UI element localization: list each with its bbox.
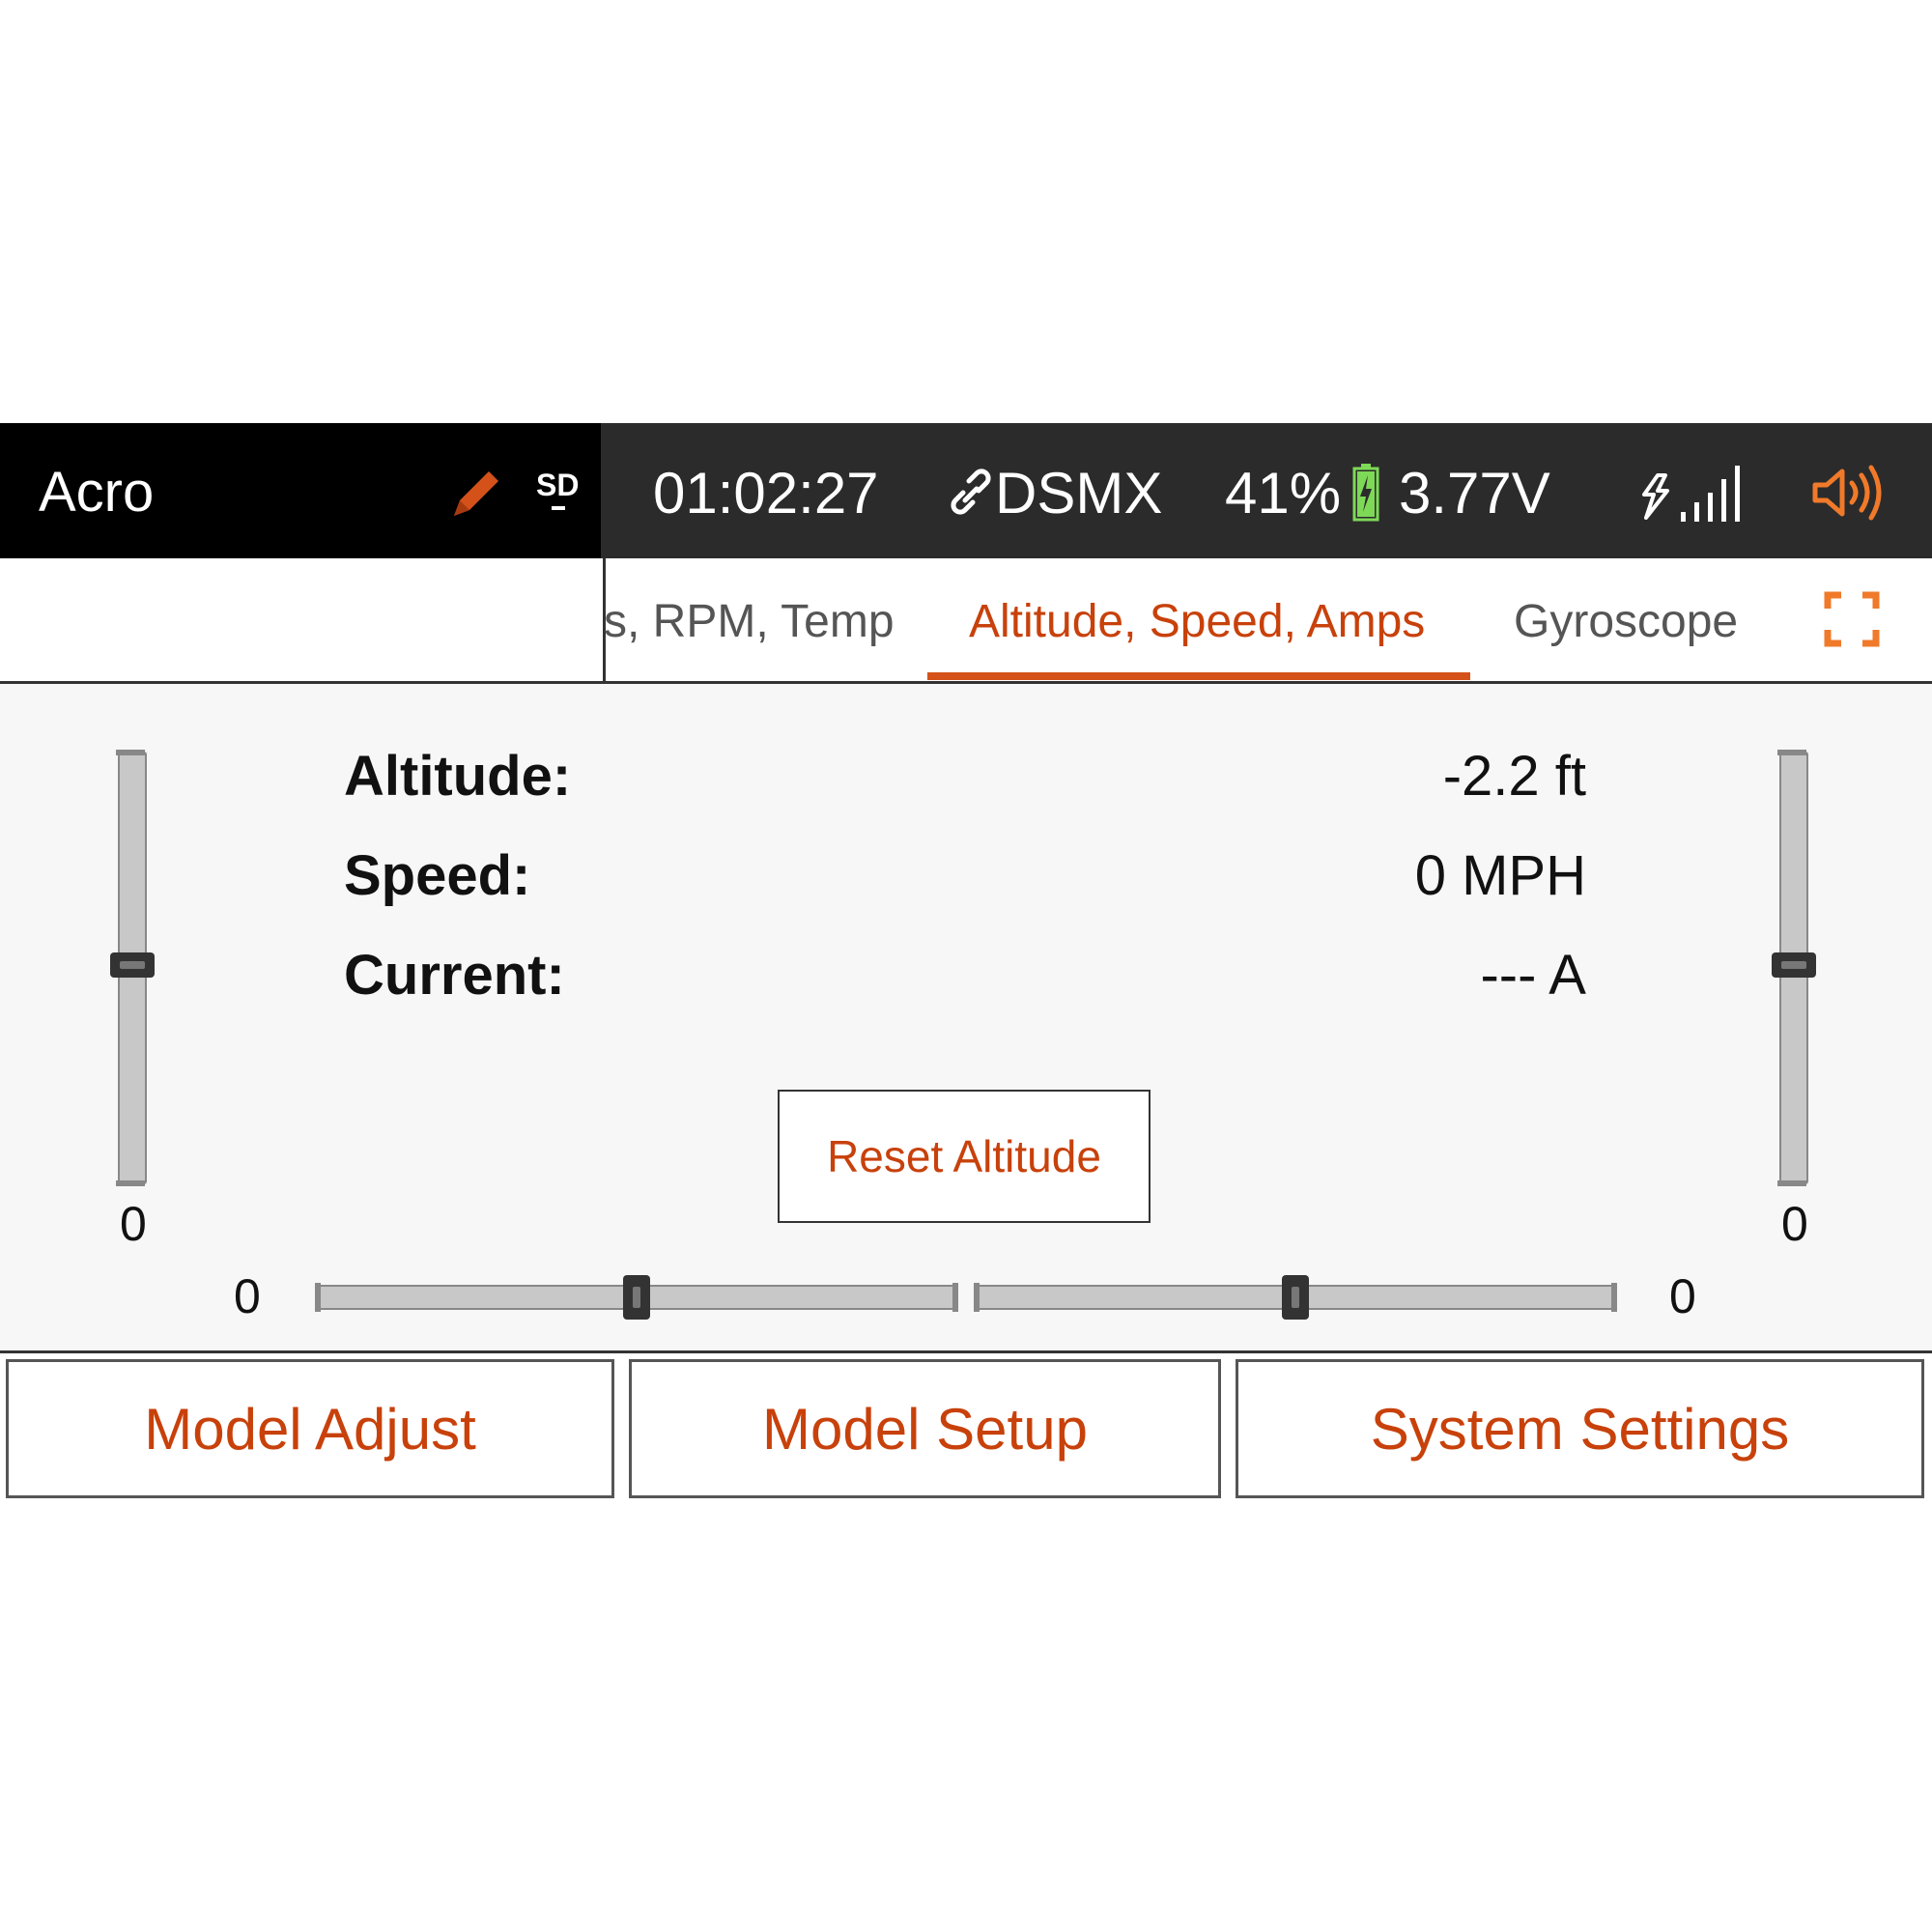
link-icon	[951, 469, 991, 515]
right-horizontal-trim-value: 0	[1669, 1269, 1696, 1323]
telemetry-tab-bar: s, RPM, Temp Altitude, Speed, Amps Gyros…	[0, 558, 1932, 684]
battery-charging-icon	[1352, 464, 1379, 522]
battery-percent: 41%	[1225, 461, 1342, 526]
left-vertical-trim-value: 0	[120, 1197, 147, 1251]
transmitter-screen: Acro SD 01:02:27 DSMX 41% 3.77V s, RPM, …	[0, 423, 1932, 1505]
right-vertical-trim[interactable]	[1772, 750, 1816, 1186]
status-bar: Acro SD 01:02:27 DSMX 41% 3.77V	[0, 423, 1932, 558]
speaker-icon[interactable]	[1811, 464, 1885, 522]
active-tab-indicator	[927, 672, 1470, 680]
model-adjust-button[interactable]: Model Adjust	[6, 1359, 614, 1498]
right-horizontal-trim[interactable]	[974, 1275, 1617, 1320]
tab-bar-spacer	[0, 558, 606, 681]
system-settings-button[interactable]: System Settings	[1236, 1359, 1924, 1498]
tab-altitude-speed-amps[interactable]: Altitude, Speed, Amps	[969, 595, 1425, 648]
flight-timer[interactable]: 01:02:27	[653, 460, 879, 526]
altitude-value: -2.2 ft	[1442, 745, 1586, 808]
left-vertical-trim[interactable]	[110, 750, 155, 1186]
speed-label: Speed:	[344, 844, 531, 907]
sd-card-indicator	[552, 506, 565, 510]
sd-card-icon: SD	[536, 468, 580, 502]
bottom-button-bar: Model Adjust Model Setup System Settings	[0, 1355, 1932, 1505]
left-vertical-trim-handle[interactable]	[110, 952, 155, 978]
telemetry-signal-icon	[1642, 466, 1740, 522]
current-label: Current:	[344, 944, 565, 1007]
model-setup-button[interactable]: Model Setup	[629, 1359, 1221, 1498]
left-horizontal-trim[interactable]	[315, 1275, 958, 1320]
right-vertical-trim-value: 0	[1781, 1197, 1808, 1251]
model-name: Acro	[39, 461, 155, 524]
tab-gyroscope[interactable]: Gyroscope	[1514, 595, 1738, 648]
tab-rpm-temp[interactable]: s, RPM, Temp	[604, 595, 894, 648]
right-horizontal-trim-handle[interactable]	[1282, 1275, 1309, 1320]
fullscreen-icon[interactable]	[1824, 591, 1880, 647]
model-header[interactable]: Acro SD	[0, 423, 601, 558]
reset-altitude-button[interactable]: Reset Altitude	[778, 1090, 1151, 1223]
current-value: --- A	[1480, 944, 1586, 1007]
altitude-label: Altitude:	[344, 745, 572, 808]
speed-value: 0 MPH	[1414, 844, 1586, 907]
right-vertical-trim-handle[interactable]	[1772, 952, 1816, 978]
voltage-reading: 3.77V	[1399, 461, 1550, 526]
left-horizontal-trim-handle[interactable]	[623, 1275, 650, 1320]
telemetry-panel: 0 0 Altitude: -2.2 ft Speed: 0 MPH Curre…	[0, 684, 1932, 1353]
left-horizontal-trim-value: 0	[234, 1269, 261, 1323]
protocol-label: DSMX	[995, 461, 1163, 526]
pencil-icon[interactable]	[446, 466, 504, 524]
